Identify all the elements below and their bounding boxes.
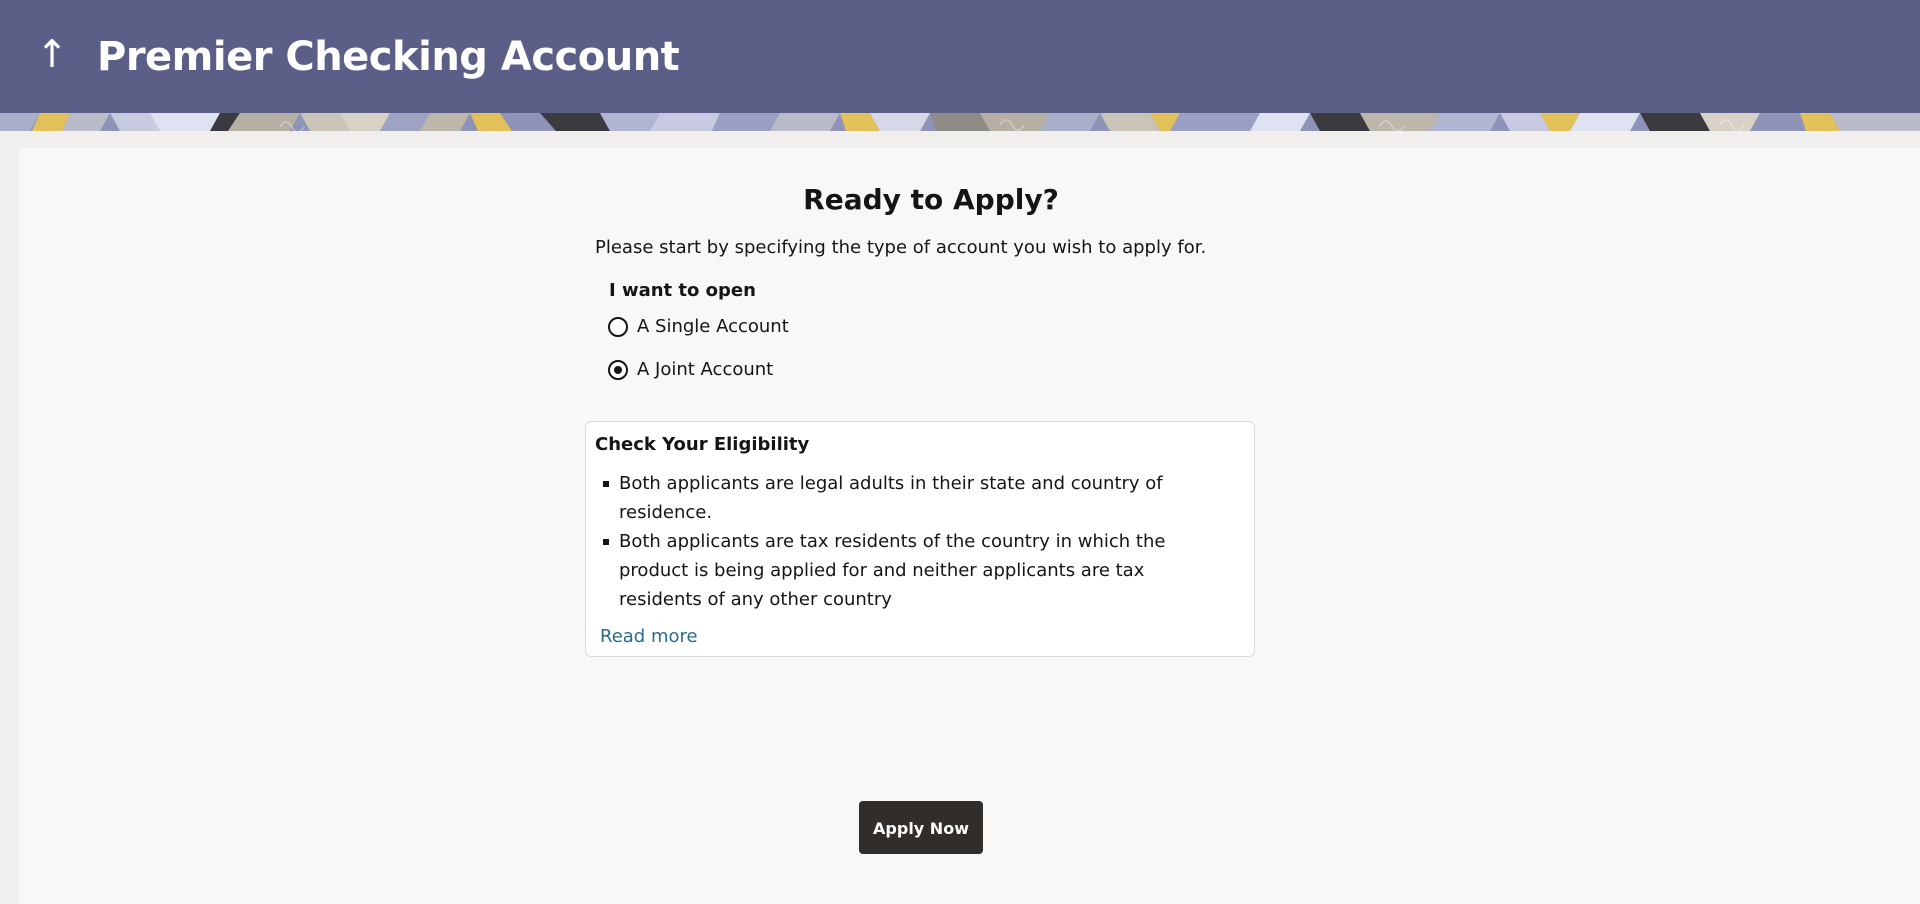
- decorative-banner: [0, 113, 1920, 131]
- eligibility-item-text: Both applicants are legal adults in thei…: [619, 473, 1163, 523]
- radio-unchecked-icon[interactable]: [608, 317, 628, 337]
- eligibility-card: Check Your Eligibility Both applicants a…: [585, 421, 1255, 657]
- page-title: Premier Checking Account: [97, 34, 680, 80]
- section-heading: Ready to Apply?: [803, 183, 1059, 216]
- radio-label-joint-account[interactable]: A Joint Account: [637, 357, 773, 383]
- bullet-icon: [603, 481, 609, 487]
- read-more-link[interactable]: Read more: [600, 624, 698, 650]
- list-item: Both applicants are legal adults in thei…: [596, 469, 1206, 527]
- main-content: Ready to Apply? Please start by specifyi…: [19, 148, 1920, 904]
- eligibility-title: Check Your Eligibility: [595, 434, 810, 455]
- bullet-icon: [603, 539, 609, 545]
- eligibility-item-text: Both applicants are tax residents of the…: [619, 531, 1166, 610]
- back-arrow-icon[interactable]: ↑: [36, 30, 68, 78]
- radio-option-single-account[interactable]: A Single Account: [608, 314, 789, 340]
- radio-option-joint-account[interactable]: A Joint Account: [608, 357, 773, 383]
- radio-label-single-account[interactable]: A Single Account: [637, 314, 789, 340]
- account-type-label: I want to open: [609, 280, 756, 301]
- radio-checked-icon[interactable]: [608, 360, 628, 380]
- intro-text: Please start by specifying the type of a…: [595, 237, 1207, 258]
- page-header: ↑ Premier Checking Account: [0, 0, 1920, 113]
- apply-now-button[interactable]: Apply Now: [859, 801, 983, 854]
- eligibility-list: Both applicants are legal adults in thei…: [596, 469, 1206, 614]
- list-item: Both applicants are tax residents of the…: [596, 527, 1206, 614]
